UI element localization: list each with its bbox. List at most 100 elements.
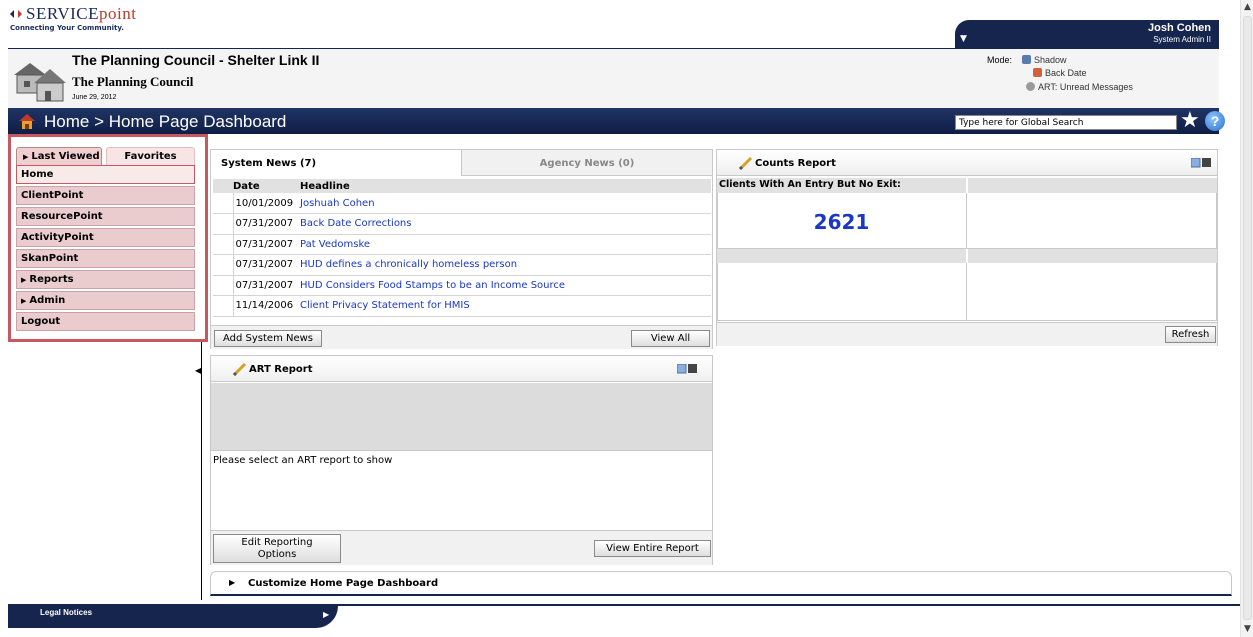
news-panel: System News (7) Agency News (0) Date Hea… xyxy=(210,149,713,349)
news-date: 07/31/2007 xyxy=(232,254,300,276)
customize-dashboard-bar[interactable]: ▶ Customize Home Page Dashboard xyxy=(210,571,1232,596)
counts-header-empty xyxy=(968,178,1217,193)
counts-footer: Refresh xyxy=(717,322,1217,346)
news-table: Date Headline 10/01/2009 Joshuah Cohen 07… xyxy=(213,179,711,317)
shadow-icon xyxy=(1022,55,1031,64)
tab-system-news[interactable]: System News (7) xyxy=(211,150,462,176)
user-menu[interactable]: ▼ Josh Cohen System Admin II xyxy=(955,20,1219,48)
provider-name: The Planning Council xyxy=(72,74,194,89)
legal-notices-link[interactable]: Legal Notices xyxy=(40,608,92,617)
sidebar-item-logout[interactable]: Logout xyxy=(16,312,195,331)
news-headline-link[interactable]: Client Privacy Statement for HMIS xyxy=(300,295,711,317)
news-date: 07/31/2007 xyxy=(232,213,300,235)
user-name: Josh Cohen xyxy=(1148,22,1211,34)
sidebar-divider[interactable] xyxy=(201,342,202,600)
back-date-icon xyxy=(1033,68,1042,77)
mode-label: Mode: xyxy=(987,55,1013,65)
column-header-headline: Headline xyxy=(300,179,711,193)
counts-cell xyxy=(717,263,967,321)
sidebar-tabs: ▶ Last Viewed Favorites xyxy=(16,147,195,165)
current-date: June 29, 2012 xyxy=(72,94,117,101)
pencil-icon[interactable] xyxy=(737,155,753,171)
brand-name-right: point xyxy=(98,4,137,23)
provider-info-bar: The Planning Council - Shelter Link II T… xyxy=(8,48,1219,108)
table-row: 07/31/2007 HUD defines a chronically home… xyxy=(213,254,711,276)
vertical-scrollbar[interactable]: ▲ ▼ xyxy=(1240,0,1253,637)
view-all-button[interactable]: View All xyxy=(631,330,710,347)
caret-right-icon: ▶ xyxy=(21,297,27,305)
news-headline-link[interactable]: HUD Considers Food Stamps to be an Incom… xyxy=(300,275,711,296)
sidebar-item-resourcepoint[interactable]: ResourcePoint xyxy=(16,207,195,226)
art-report-title: ART Report xyxy=(249,364,313,375)
news-headline-link[interactable]: HUD defines a chronically homeless perso… xyxy=(300,254,711,276)
counts-report-panel: Counts Report Clients With An Entry But … xyxy=(716,149,1218,346)
logo-mark-icon xyxy=(10,10,22,18)
home-icon xyxy=(19,114,35,129)
refresh-button[interactable]: Refresh xyxy=(1165,326,1216,343)
sidebar-item-skanpoint[interactable]: SkanPoint xyxy=(16,249,195,268)
column-header-date: Date xyxy=(233,179,300,193)
provider-image-icon xyxy=(10,53,68,105)
page-title-bar: Home > Home Page Dashboard ★ ? xyxy=(8,108,1225,134)
art-report-panel: ART Report Please select an ART report t… xyxy=(210,355,713,565)
add-system-news-button[interactable]: Add System News xyxy=(214,330,322,347)
customize-dashboard-label: Customize Home Page Dashboard xyxy=(248,578,439,589)
view-entire-report-button[interactable]: View Entire Report xyxy=(594,540,711,557)
chevron-down-icon[interactable]: ▼ xyxy=(960,34,967,44)
mode-shadow[interactable]: Shadow xyxy=(1022,55,1067,65)
sidebar-item-reports[interactable]: ▶ Reports xyxy=(16,270,195,289)
mode-art-messages[interactable]: ART: Unread Messages xyxy=(1026,82,1133,92)
collapse-sidebar-icon[interactable]: ◀ xyxy=(195,366,201,375)
counts-cell xyxy=(966,193,1217,249)
caret-right-icon: ▶ xyxy=(21,276,27,284)
counts-cell xyxy=(966,263,1217,321)
user-role: System Admin II xyxy=(1153,35,1211,44)
art-report-header: ART Report xyxy=(211,356,712,382)
panel-controls-icon[interactable] xyxy=(1191,158,1211,168)
global-search-input[interactable] xyxy=(955,115,1177,130)
favorites-star-icon[interactable]: ★ xyxy=(1180,108,1200,134)
help-icon[interactable]: ? xyxy=(1205,111,1225,131)
clients-no-exit-count[interactable]: 2621 xyxy=(717,210,966,234)
table-row: 10/01/2009 Joshuah Cohen xyxy=(213,193,711,214)
sidebar-item-home[interactable]: Home xyxy=(16,165,195,184)
mode-back-date[interactable]: Back Date xyxy=(1033,68,1087,78)
panel-controls-icon[interactable] xyxy=(677,364,697,374)
news-date: 10/01/2009 xyxy=(232,193,300,214)
news-footer: Add System News View All xyxy=(211,325,712,349)
news-headline-link[interactable]: Pat Vedomske xyxy=(300,234,711,255)
art-report-selector xyxy=(211,383,712,451)
pencil-icon[interactable] xyxy=(231,361,247,377)
footer-tab[interactable]: Legal Notices ▶ xyxy=(8,604,338,628)
counts-report-title: Counts Report xyxy=(755,158,836,169)
table-row: 07/31/2007 Back Date Corrections xyxy=(213,213,711,235)
scroll-up-icon[interactable]: ▲ xyxy=(1242,2,1253,13)
table-row: 07/31/2007 Pat Vedomske xyxy=(213,234,711,255)
sidebar-item-admin[interactable]: ▶ Admin xyxy=(16,291,195,310)
sidebar-item-clientpoint[interactable]: ClientPoint xyxy=(16,186,195,205)
news-date: 07/31/2007 xyxy=(232,234,300,255)
scroll-down-icon[interactable]: ▼ xyxy=(1242,624,1253,635)
news-headline-link[interactable]: Back Date Corrections xyxy=(300,213,711,235)
scroll-thumb[interactable] xyxy=(1243,16,1252,620)
chevron-right-icon[interactable]: ▶ xyxy=(323,610,329,619)
news-headline-link[interactable]: Joshuah Cohen xyxy=(300,193,711,214)
tab-favorites[interactable]: Favorites xyxy=(106,147,195,165)
tab-agency-news[interactable]: Agency News (0) xyxy=(462,150,712,176)
counts-header: Clients With An Entry But No Exit: xyxy=(717,178,966,193)
tab-last-viewed[interactable]: ▶ Last Viewed xyxy=(16,147,102,165)
edit-reporting-options-button[interactable]: Edit Reporting Options xyxy=(213,534,341,563)
art-report-message: Please select an ART report to show xyxy=(213,455,393,466)
counts-subheader xyxy=(717,249,966,263)
table-row: 07/31/2007 HUD Considers Food Stamps to b… xyxy=(213,275,711,296)
caret-right-icon: ▶ xyxy=(23,153,29,161)
caret-right-icon: ▶ xyxy=(229,578,236,587)
news-date: 07/31/2007 xyxy=(232,275,300,296)
breadcrumb: Home > Home Page Dashboard xyxy=(44,112,287,131)
news-date: 11/14/2006 xyxy=(232,295,300,317)
counts-subheader xyxy=(968,249,1217,263)
counts-grid: Clients With An Entry But No Exit: 2621 xyxy=(717,178,1217,322)
sidebar: ▶ Last Viewed Favorites Home ClientPoint … xyxy=(8,134,208,342)
table-row: 11/14/2006 Client Privacy Statement for H… xyxy=(213,295,711,317)
sidebar-item-activitypoint[interactable]: ActivityPoint xyxy=(16,228,195,247)
